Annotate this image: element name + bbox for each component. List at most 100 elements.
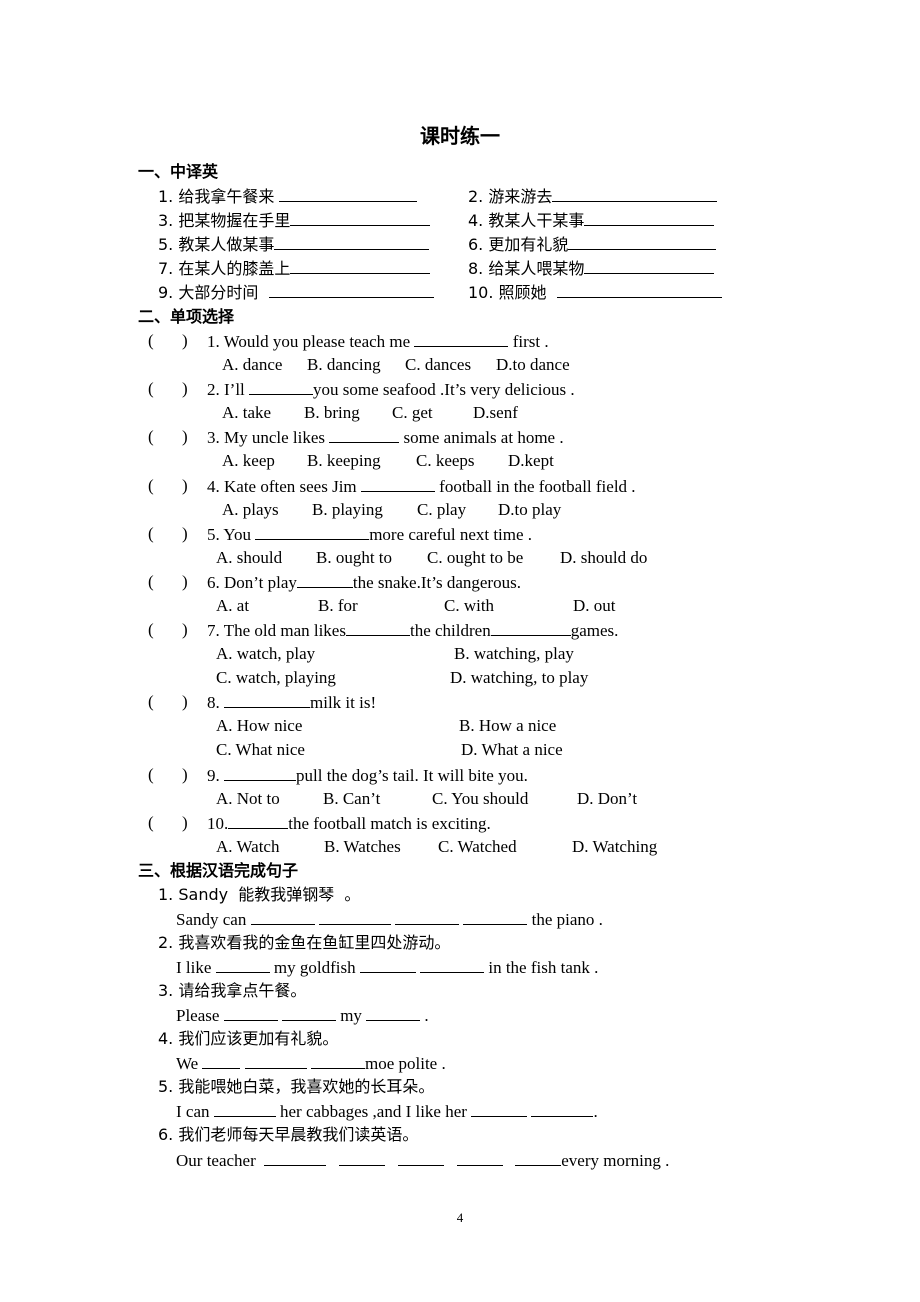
answer-slot[interactable]: [160, 618, 178, 640]
option[interactable]: B. Can’t: [323, 787, 380, 811]
answer-blank[interactable]: [366, 1003, 421, 1021]
option[interactable]: A. keep: [222, 449, 275, 473]
answer-blank[interactable]: [224, 690, 310, 708]
answer-blank[interactable]: [397, 1148, 444, 1166]
option[interactable]: D.senf: [473, 401, 518, 425]
option[interactable]: C. What nice: [216, 738, 305, 762]
answer-blank[interactable]: [395, 907, 460, 925]
option[interactable]: D.to play: [498, 498, 561, 522]
option[interactable]: B. playing: [312, 498, 383, 522]
answer-blank[interactable]: [360, 474, 435, 492]
option[interactable]: C. ought to be: [427, 546, 523, 570]
answer-paren-close: ): [182, 427, 188, 446]
answer-slot[interactable]: [160, 522, 178, 544]
answer-blank[interactable]: [249, 377, 314, 395]
option[interactable]: A. dance: [222, 353, 282, 377]
option[interactable]: C. Watched: [438, 835, 517, 859]
option[interactable]: C. get: [392, 401, 433, 425]
option[interactable]: B. keeping: [307, 449, 381, 473]
answer-blank[interactable]: [318, 907, 391, 925]
answer-blank[interactable]: [274, 232, 430, 250]
answer-blank[interactable]: [310, 1051, 365, 1069]
answer-blank[interactable]: [345, 618, 410, 636]
answer-paren-open: (: [148, 765, 154, 784]
option[interactable]: B. for: [318, 594, 358, 618]
answer-blank[interactable]: [584, 208, 715, 226]
answer-paren-open: (: [148, 620, 154, 639]
answer-blank[interactable]: [223, 1003, 278, 1021]
answer-slot[interactable]: [160, 763, 178, 785]
answer-blank[interactable]: [228, 811, 289, 829]
answer-blank[interactable]: [279, 184, 418, 202]
answer-slot[interactable]: [160, 425, 178, 447]
option[interactable]: B. Watches: [324, 835, 401, 859]
answer-blank[interactable]: [339, 1148, 386, 1166]
answer-slot[interactable]: [160, 811, 178, 833]
option[interactable]: D.to dance: [496, 353, 570, 377]
answer-blank[interactable]: [244, 1051, 307, 1069]
answer-blank[interactable]: [531, 1099, 594, 1117]
answer-slot[interactable]: [160, 329, 178, 351]
answer-blank[interactable]: [568, 232, 717, 250]
answer-blank[interactable]: [414, 329, 509, 347]
option[interactable]: D. watching, to play: [450, 666, 588, 690]
option[interactable]: C. with: [444, 594, 494, 618]
answer-blank[interactable]: [213, 1099, 276, 1117]
answer-blank[interactable]: [224, 763, 296, 781]
answer-blank[interactable]: [584, 256, 715, 274]
translation-item: 4. 教某人干某事: [468, 208, 715, 233]
answer-blank[interactable]: [471, 1099, 528, 1117]
answer-blank[interactable]: [290, 256, 431, 274]
option[interactable]: C. watch, playing: [216, 666, 336, 690]
answer-blank[interactable]: [456, 1148, 503, 1166]
option[interactable]: A. How nice: [216, 714, 302, 738]
option[interactable]: B. How a nice: [459, 714, 556, 738]
answer-blank[interactable]: [202, 1051, 241, 1069]
answer-slot[interactable]: [160, 474, 178, 496]
answer-blank[interactable]: [515, 1148, 562, 1166]
option[interactable]: A. at: [216, 594, 249, 618]
option[interactable]: C. keeps: [416, 449, 475, 473]
option[interactable]: A. should: [216, 546, 282, 570]
option[interactable]: D. What a nice: [461, 738, 563, 762]
answer-paren-close: ): [182, 331, 188, 350]
option[interactable]: A. take: [222, 401, 271, 425]
answer-blank[interactable]: [552, 184, 718, 202]
option[interactable]: C. You should: [432, 787, 528, 811]
answer-slot[interactable]: [160, 570, 178, 592]
answer-blank[interactable]: [268, 280, 434, 298]
sentence-prompt: 1. Sandy 能教我弹钢琴 。: [158, 885, 361, 904]
answer-slot[interactable]: [160, 690, 178, 712]
option[interactable]: D. Watching: [572, 835, 657, 859]
answer-blank[interactable]: [329, 425, 400, 443]
option[interactable]: D. should do: [560, 546, 647, 570]
option[interactable]: B. watching, play: [454, 642, 574, 666]
answer-blank[interactable]: [490, 618, 571, 636]
answer-blank[interactable]: [290, 208, 431, 226]
answer-blank[interactable]: [215, 955, 270, 973]
sentence-answer: Please my .: [176, 1003, 429, 1028]
answer-slot[interactable]: [160, 377, 178, 399]
answer-blank[interactable]: [420, 955, 485, 973]
option[interactable]: A. watch, play: [216, 642, 315, 666]
answer-blank[interactable]: [281, 1003, 336, 1021]
option[interactable]: D. out: [573, 594, 616, 618]
option[interactable]: D. Don’t: [577, 787, 637, 811]
translation-item: 9. 大部分时间: [158, 280, 434, 305]
option[interactable]: A. Not to: [216, 787, 280, 811]
option[interactable]: C. play: [417, 498, 466, 522]
answer-blank[interactable]: [250, 907, 315, 925]
option[interactable]: D.kept: [508, 449, 554, 473]
option[interactable]: C. dances: [405, 353, 471, 377]
option[interactable]: A. plays: [222, 498, 279, 522]
answer-blank[interactable]: [359, 955, 416, 973]
answer-blank[interactable]: [463, 907, 528, 925]
option[interactable]: B. dancing: [307, 353, 381, 377]
option[interactable]: A. Watch: [216, 835, 279, 859]
option[interactable]: B. bring: [304, 401, 360, 425]
answer-blank[interactable]: [296, 570, 353, 588]
answer-blank[interactable]: [556, 280, 722, 298]
answer-blank[interactable]: [255, 522, 370, 540]
answer-blank[interactable]: [264, 1148, 327, 1166]
option[interactable]: B. ought to: [316, 546, 392, 570]
